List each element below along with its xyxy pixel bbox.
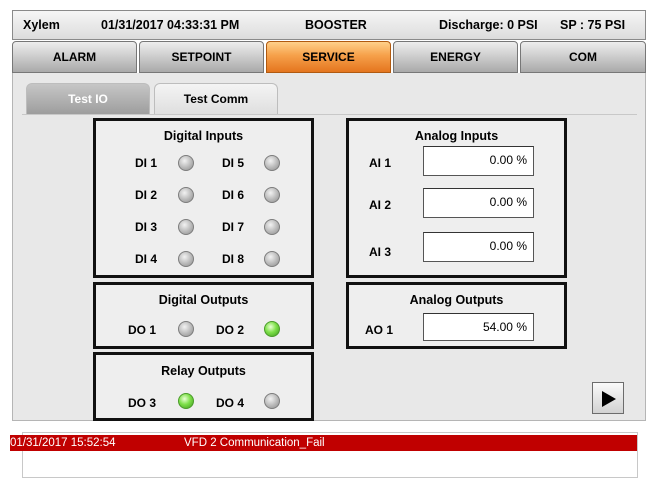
- tab-alarm[interactable]: ALARM: [12, 41, 137, 73]
- header-datetime: 01/31/2017 04:33:31 PM: [101, 18, 240, 32]
- di5-led-icon: [264, 155, 280, 171]
- relay-outputs-box: Relay Outputs DO 3 DO 4: [93, 352, 314, 421]
- alarm-message: VFD 2 Communication_Fail: [184, 437, 325, 449]
- ai2-value-field: 0.00 %: [423, 188, 534, 218]
- play-icon: [602, 391, 616, 407]
- next-page-button[interactable]: [592, 382, 624, 414]
- digital-inputs-title: Digital Inputs: [163, 129, 244, 143]
- analog-inputs-box: Analog Inputs AI 1 0.00 % AI 2 0.00 % AI…: [346, 118, 567, 278]
- tab-energy[interactable]: ENERGY: [393, 41, 518, 73]
- di-label: DI 1: [135, 156, 158, 170]
- do-label: DO 1: [128, 323, 157, 337]
- digital-inputs-box: Digital Inputs DI 1 DI 5 DI 2 DI 6 DI 3 …: [93, 118, 314, 278]
- digital-outputs-box: Digital Outputs DO 1 DO 2: [93, 282, 314, 349]
- header-setpoint: SP : 75 PSI: [560, 18, 626, 32]
- ai3-value-field: 0.00 %: [423, 232, 534, 262]
- ai-label: AI 1: [369, 156, 392, 170]
- ao-label: AO 1: [365, 323, 394, 337]
- di-label: DI 3: [135, 220, 158, 234]
- subtab-test-comm[interactable]: Test Comm: [154, 83, 278, 115]
- do4-led-icon: [264, 393, 280, 409]
- di-label: DI 2: [135, 188, 158, 202]
- do-label: DO 2: [216, 323, 245, 337]
- di3-led-icon: [178, 219, 194, 235]
- do-label: DO 3: [128, 396, 157, 410]
- tab-service[interactable]: SERVICE: [266, 41, 391, 73]
- do1-led-icon: [178, 321, 194, 337]
- di8-led-icon: [264, 251, 280, 267]
- di-label: DI 8: [222, 252, 245, 266]
- relay-outputs-title: Relay Outputs: [161, 364, 246, 378]
- di7-led-icon: [264, 219, 280, 235]
- alarm-timestamp: 01/31/2017 15:52:54: [10, 437, 116, 449]
- di-label: DI 7: [222, 220, 245, 234]
- analog-inputs-title: Analog Inputs: [414, 129, 499, 143]
- tab-com[interactable]: COM: [520, 41, 646, 73]
- di1-led-icon: [178, 155, 194, 171]
- di-label: DI 6: [222, 188, 245, 202]
- header-mode: BOOSTER: [305, 18, 367, 32]
- analog-outputs-title: Analog Outputs: [409, 293, 504, 307]
- subtab-test-io[interactable]: Test IO: [26, 83, 150, 115]
- di2-led-icon: [178, 187, 194, 203]
- ai-label: AI 3: [369, 245, 392, 259]
- subtab-divider: [22, 114, 637, 115]
- di-label: DI 5: [222, 156, 245, 170]
- do-label: DO 4: [216, 396, 245, 410]
- ao1-value-field[interactable]: 54.00 %: [423, 313, 534, 341]
- status-header: Xylem 01/31/2017 04:33:31 PM BOOSTER Dis…: [12, 10, 646, 40]
- do2-led-icon: [264, 321, 280, 337]
- ai-label: AI 2: [369, 198, 392, 212]
- di6-led-icon: [264, 187, 280, 203]
- analog-outputs-box: Analog Outputs AO 1 54.00 %: [346, 282, 567, 349]
- do3-led-icon: [178, 393, 194, 409]
- main-nav: ALARM SETPOINT SERVICE ENERGY COM: [12, 41, 646, 73]
- header-discharge: Discharge: 0 PSI: [439, 18, 538, 32]
- digital-outputs-title: Digital Outputs: [158, 293, 249, 307]
- brand-title: Xylem: [23, 18, 60, 32]
- ai1-value-field: 0.00 %: [423, 146, 534, 176]
- tab-setpoint[interactable]: SETPOINT: [139, 41, 264, 73]
- di4-led-icon: [178, 251, 194, 267]
- di-label: DI 4: [135, 252, 158, 266]
- alarm-row[interactable]: 01/31/2017 15:52:54 VFD 2 Communication_…: [10, 435, 637, 451]
